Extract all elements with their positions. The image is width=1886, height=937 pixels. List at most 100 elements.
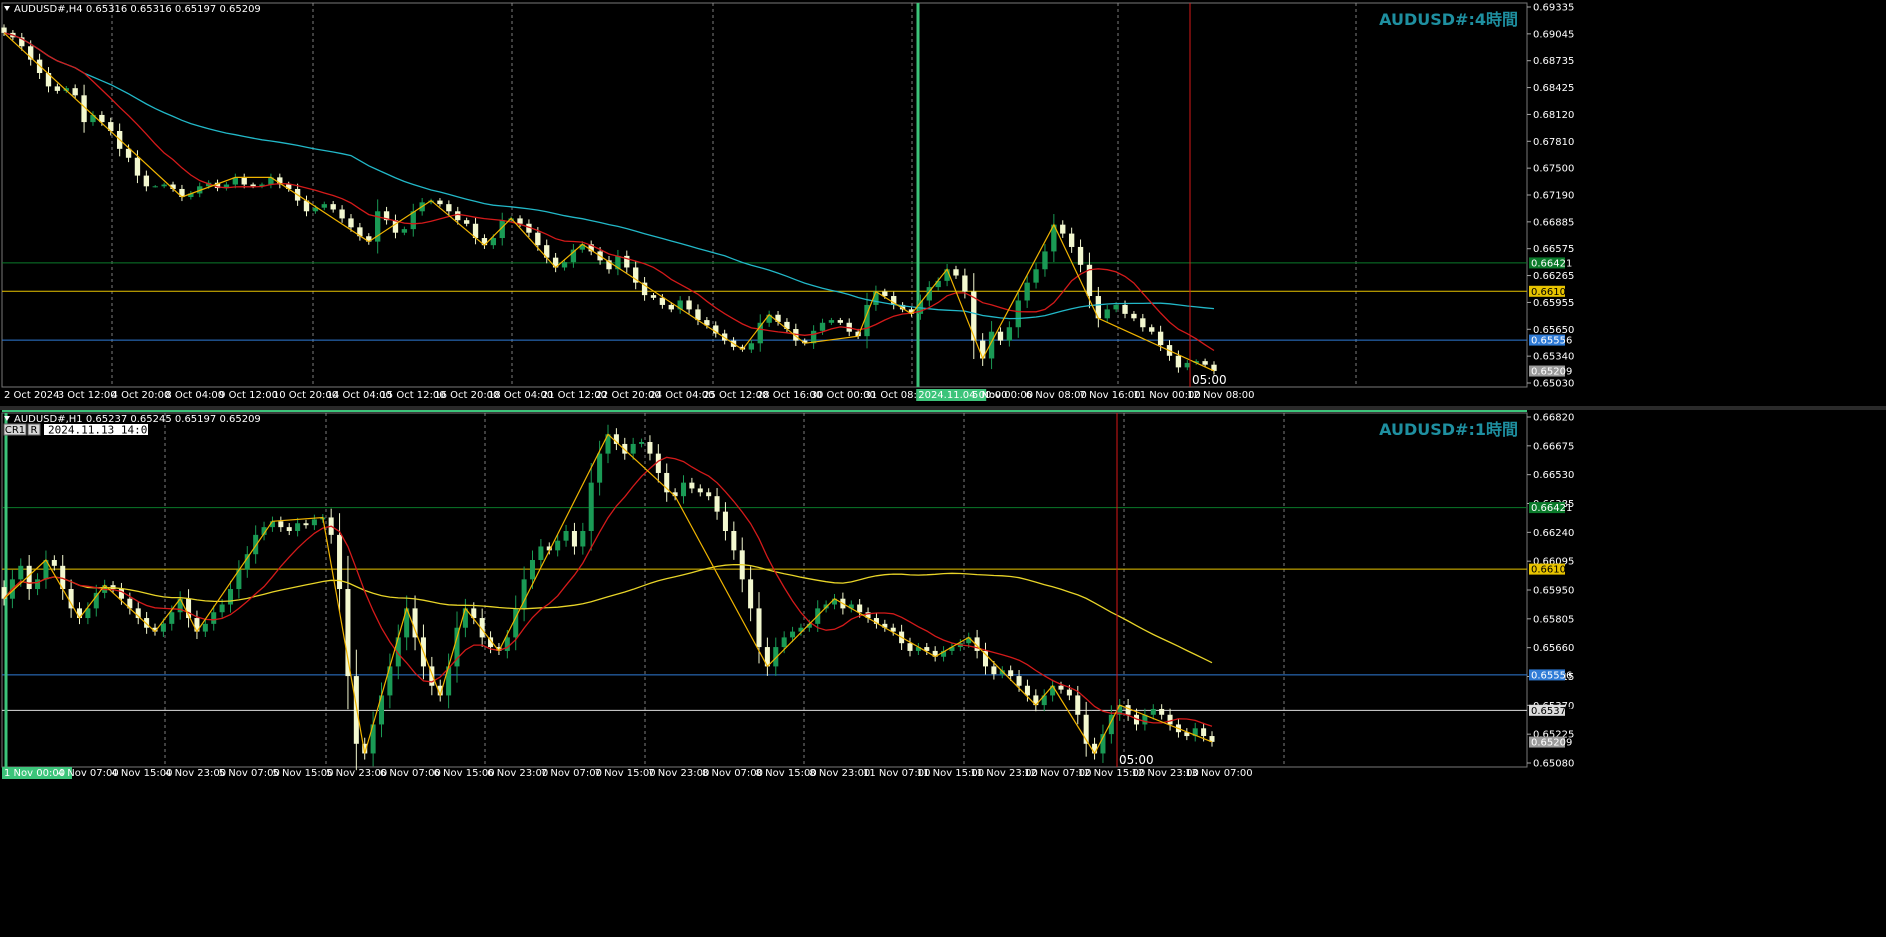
h1-candle (1075, 695, 1081, 715)
h4-x-tick-label: 7 Nov 16:00 (1080, 390, 1141, 401)
h1-x-tick-label: 4 Nov 23:00 (165, 768, 226, 779)
h1-candle (697, 488, 703, 493)
h4-candle (1157, 331, 1164, 346)
h1-candle (1167, 714, 1173, 725)
h1-candle (907, 643, 913, 651)
h1-candle (748, 579, 754, 609)
h1-x-tick-label: 6 Nov 23:00 (487, 768, 548, 779)
h4-candle (1122, 304, 1128, 314)
h1-candle (580, 531, 586, 547)
h4-candle (953, 269, 959, 276)
h4-y-tick-label: 0.69045 (1533, 29, 1574, 40)
h1-x-tick-label: 1 Nov 00:00 (4, 768, 65, 779)
h1-candle (529, 560, 536, 580)
h4-candle (134, 157, 141, 176)
h4-candle (401, 229, 408, 233)
h1-candle (278, 521, 284, 528)
h4-y-tick-label: 0.68735 (1533, 56, 1574, 67)
h1-candle (244, 554, 250, 570)
h4-candle (997, 331, 1004, 341)
h4-y-tick-label: 0.68425 (1533, 83, 1574, 94)
h4-candle (1024, 282, 1030, 301)
h4-candle (561, 262, 568, 268)
h4-candle (250, 184, 256, 187)
h1-y-tick-label: 0.66240 (1533, 528, 1574, 539)
h4-candle (1042, 251, 1048, 270)
h1-candle (555, 540, 561, 551)
h4-candle (1202, 361, 1208, 365)
h1-x-tick-label: 4 Nov 07:00 (58, 768, 119, 779)
h4-candle (446, 204, 452, 212)
h4-candle (1006, 327, 1013, 341)
h1-x-tick-label: 8 Nov 15:00 (756, 768, 817, 779)
h4-zigzag-line (3, 32, 1215, 372)
h1-x-tick-label: 13 Nov 07:00 (1185, 768, 1252, 779)
h4-y-tick-label: 0.65030 (1533, 379, 1574, 390)
h1-date-box-text: 2024.11.13 14:00 (48, 424, 154, 437)
h1-candle (1008, 670, 1014, 677)
h1-chart-pane[interactable]: 05:00AUDUSD#,H1 0.65237 0.65245 0.65197 … (1, 412, 1574, 780)
h4-collapse-icon[interactable] (4, 6, 10, 11)
h4-candle (650, 295, 657, 298)
h1-candle (202, 623, 208, 632)
pane-splitter[interactable] (0, 406, 1886, 410)
h1-candle (1201, 728, 1207, 737)
h1-candle (1092, 743, 1098, 754)
h1-candle (18, 565, 24, 580)
h4-symbol-label: AUDUSD#:4時間 (1379, 10, 1518, 29)
h1-candle (295, 523, 301, 531)
h4-price-tag-label: 0.66103 (1531, 287, 1572, 298)
h1-candle (1024, 685, 1030, 696)
h4-candle (348, 218, 354, 228)
h4-candle (54, 86, 61, 91)
h4-x-tick-label: 12 Nov 08:00 (1187, 390, 1254, 401)
h1-x-tick-label: 6 Nov 15:00 (434, 768, 495, 779)
h4-chart-pane[interactable]: 05:00 AUDUSD#,H4 0.65316 0.65316 0.65197 … (1, 2, 1574, 402)
h1-candle (680, 482, 687, 497)
h4-x-tick-label: 9 Oct 12:00 (219, 390, 278, 401)
h4-y-tick-label: 0.66885 (1533, 217, 1574, 228)
h1-price-tag-label: 0.66421 (1531, 503, 1572, 514)
h1-candle (1125, 705, 1131, 715)
h4-x-tick-label: 4 Oct 20:00 (112, 390, 171, 401)
h1-candle (51, 560, 57, 566)
h4-ma-slow-line (3, 32, 1215, 320)
h1-ma-fast-line (3, 456, 1213, 727)
h1-y-tick-label: 0.65805 (1533, 614, 1574, 625)
h1-candle (588, 482, 594, 531)
h1-candle (714, 496, 720, 512)
h4-y-tick-label: 0.68120 (1533, 110, 1574, 121)
h1-candle (219, 604, 225, 613)
h4-candle (935, 280, 941, 288)
h1-x-tick-label: 6 Nov 07:00 (380, 768, 441, 779)
h4-candle (535, 232, 541, 246)
h4-candle (1077, 246, 1084, 265)
h1-x-tick-label: 7 Nov 15:00 (595, 768, 656, 779)
h1-zigzag-line (3, 433, 1213, 755)
h4-candle (828, 320, 835, 323)
h1-time-marker: 05:00 (1119, 753, 1154, 767)
h1-candle (160, 623, 166, 632)
h1-candle (35, 579, 41, 590)
chart-window[interactable]: 05:00 AUDUSD#,H4 0.65316 0.65316 0.65197 … (0, 0, 1886, 937)
h4-candle (1068, 233, 1075, 247)
h1-y-tick-label: 0.66675 (1533, 441, 1574, 452)
h1-candle (353, 676, 359, 744)
h1-candle (1159, 708, 1165, 715)
h4-y-tick-label: 0.67500 (1533, 164, 1574, 175)
h1-x-tick-label: 5 Nov 23:00 (326, 768, 387, 779)
h4-candle (1060, 224, 1066, 234)
h4-candle (1175, 355, 1182, 368)
h1-x-tick-label: 7 Nov 07:00 (541, 768, 602, 779)
h1-candle (991, 666, 997, 675)
h4-candle (819, 322, 826, 331)
h4-pane-title: AUDUSD#,H4 0.65316 0.65316 0.65197 0.652… (14, 4, 261, 15)
h4-y-tick-label: 0.69335 (1533, 3, 1574, 14)
h4-x-tick-label: 6 Nov 08:00 (1026, 390, 1087, 401)
h4-candle (1015, 300, 1021, 328)
h4-candle (748, 343, 755, 350)
h4-y-tick-label: 0.65340 (1533, 352, 1574, 363)
h4-candle (668, 304, 674, 310)
h1-candle (1066, 689, 1072, 696)
h1-candle (857, 604, 863, 613)
